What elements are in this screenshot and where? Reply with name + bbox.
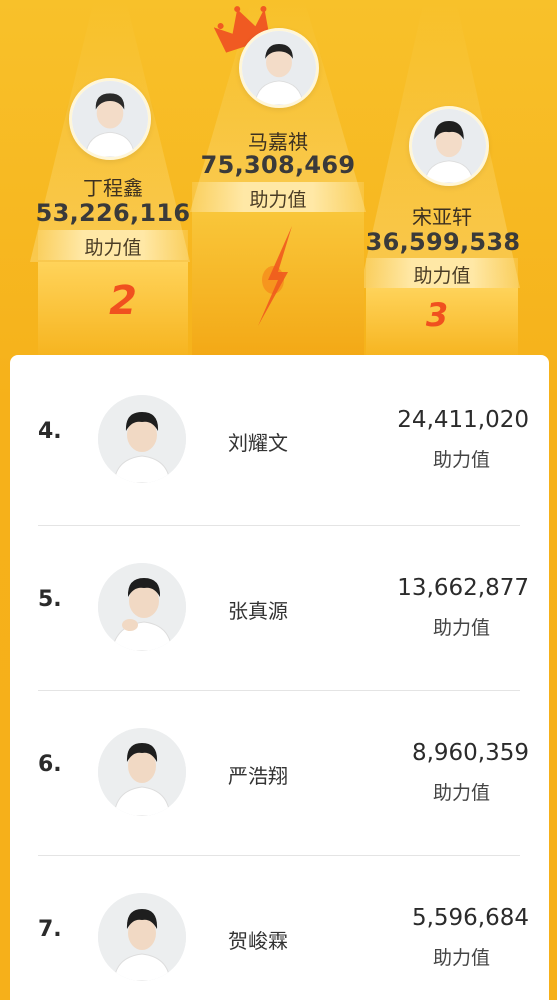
score-label: 助力值 (432, 782, 490, 804)
rank-number: 6. (38, 752, 62, 777)
top3-label: 助力值 (413, 265, 471, 287)
member-name: 贺峻霖 (228, 929, 288, 953)
list-item[interactable]: 7. 贺峻霖 5,596,684 助力值 (10, 853, 549, 1000)
rank-3-number: 3 (425, 296, 449, 334)
member-name: 刘耀文 (228, 431, 288, 455)
rank-number: 7. (38, 917, 62, 942)
avatar[interactable] (98, 728, 186, 816)
top2-name: 丁程鑫 (83, 176, 143, 200)
avatar[interactable] (98, 563, 186, 651)
score-label: 助力值 (432, 449, 490, 471)
list-item[interactable]: 4. 刘耀文 24,411,020 助力值 (10, 355, 549, 520)
score-value: 24,411,020 (397, 407, 529, 433)
top3-name: 宋亚轩 (412, 205, 472, 229)
lightning-emblem-icon (258, 226, 292, 326)
avatar[interactable] (98, 395, 186, 483)
score-value: 5,596,684 (411, 905, 529, 931)
score-label: 助力值 (432, 617, 490, 639)
avatar-rank-2[interactable] (69, 78, 151, 160)
score-value: 8,960,359 (411, 740, 529, 766)
rank-number: 4. (38, 419, 62, 444)
rank-number: 5. (38, 587, 62, 612)
member-name: 严浩翔 (228, 764, 288, 788)
top3-score: 36,599,538 (365, 228, 521, 256)
member-name: 张真源 (228, 599, 288, 623)
ranking-list: 4. 刘耀文 24,411,020 助力值 5. 张真源 13,662,877 … (10, 355, 549, 1000)
list-item[interactable]: 6. 严浩翔 8,960,359 助力值 (10, 688, 549, 853)
podium: 马嘉祺 75,308,469 助力值 丁程鑫 53,226,116 助力值 2 … (0, 0, 557, 360)
avatar[interactable] (98, 893, 186, 981)
top1-label: 助力值 (249, 189, 307, 211)
top2-score: 53,226,116 (35, 199, 191, 227)
avatar-rank-3[interactable] (409, 106, 489, 186)
top1-score: 75,308,469 (200, 151, 356, 179)
score-value: 13,662,877 (397, 575, 529, 601)
list-item[interactable]: 5. 张真源 13,662,877 助力值 (10, 523, 549, 688)
top2-label: 助力值 (84, 237, 142, 259)
avatar-rank-1[interactable] (239, 28, 319, 108)
score-label: 助力值 (432, 947, 490, 969)
ranking-page: 马嘉祺 75,308,469 助力值 丁程鑫 53,226,116 助力值 2 … (0, 0, 557, 1000)
rank-2-number: 2 (109, 278, 137, 324)
